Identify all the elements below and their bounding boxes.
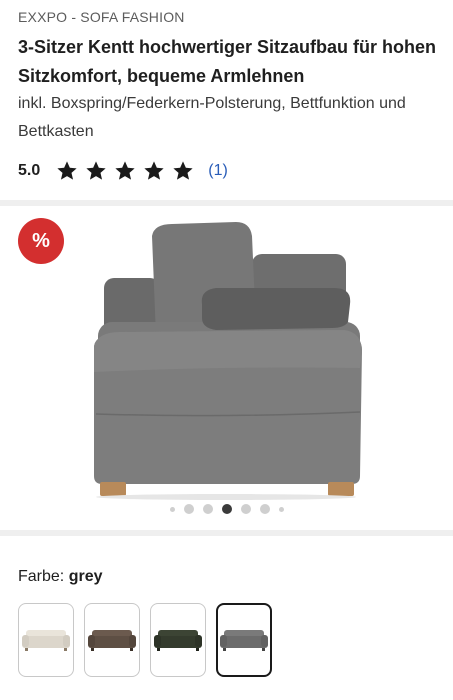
rating-stars (56, 160, 194, 182)
gallery-dot[interactable] (259, 504, 270, 514)
star-icon (173, 161, 193, 180)
product-header: EXXPO - SOFA FASHION 3-Sitzer Kentt hoch… (0, 0, 453, 200)
swatch-cream[interactable] (18, 603, 74, 677)
grey-sofa-image[interactable] (76, 218, 376, 500)
rating-count-link[interactable]: (1) (208, 162, 228, 180)
brown-sofa-icon (88, 630, 136, 651)
product-title: 3-Sitzer Kentt hochwertiger Sitzaufbau f… (18, 37, 437, 86)
swatch-grey[interactable] (216, 603, 272, 677)
sale-badge: % (18, 218, 64, 264)
rating-row[interactable]: 5.0 (1) (18, 158, 228, 184)
gallery-dot-active[interactable] (221, 504, 232, 514)
gallery-dot[interactable] (278, 506, 284, 512)
brand-name[interactable]: EXXPO - SOFA FASHION (18, 9, 185, 25)
gallery-dot[interactable] (169, 506, 175, 512)
star-icon (57, 161, 77, 180)
color-swatches (18, 603, 272, 677)
green-sofa-icon (154, 630, 202, 651)
rating-value: 5.0 (18, 162, 41, 179)
color-selector: Farbe: grey (0, 536, 453, 700)
product-subtitle: inkl. Boxspring/Federkern-Polsterung, Be… (18, 95, 406, 140)
star-icon (144, 161, 164, 180)
cream-sofa-icon (22, 630, 70, 651)
selected-color-name: grey (68, 568, 103, 585)
gallery-dot[interactable] (240, 504, 251, 514)
gallery-dot[interactable] (202, 504, 213, 514)
star-icon (115, 161, 135, 180)
color-label: Farbe: grey (18, 568, 103, 586)
color-label-text: Farbe: (18, 568, 65, 585)
swatch-brown[interactable] (84, 603, 140, 677)
gallery-dot[interactable] (183, 504, 194, 514)
gallery-pagination (0, 502, 453, 516)
swatch-green[interactable] (150, 603, 206, 677)
product-gallery[interactable]: % (0, 206, 453, 530)
star-icon (86, 161, 106, 180)
grey-sofa-icon (220, 630, 268, 651)
